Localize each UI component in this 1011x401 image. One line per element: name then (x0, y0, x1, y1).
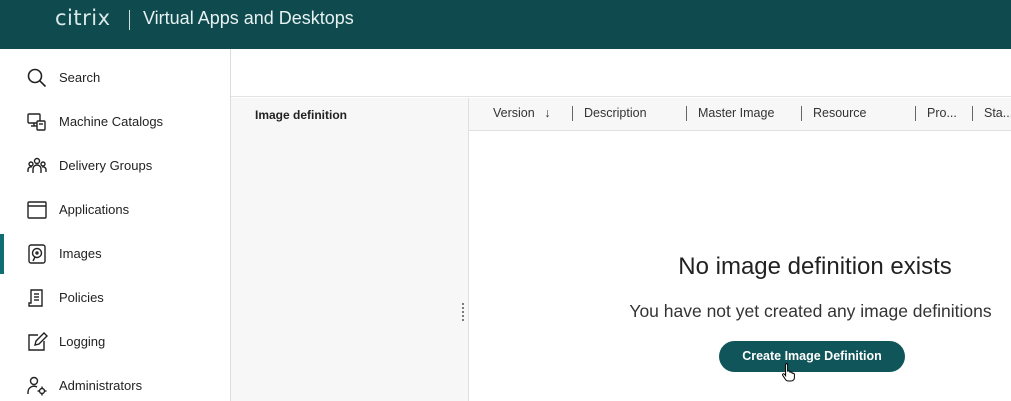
column-header-resource[interactable]: Resource (813, 106, 867, 120)
administrators-icon (26, 375, 48, 397)
citrix-logo[interactable]: citrix (55, 6, 111, 30)
sidebar-item-label: Policies (59, 290, 104, 305)
sidebar-item-machine-catalogs[interactable]: Machine Catalogs (0, 102, 230, 142)
delivery-groups-icon (26, 155, 48, 177)
column-header-description[interactable]: Description (584, 106, 647, 120)
image-definition-panel: Image definition (231, 98, 469, 401)
sidebar-item-label: Administrators (59, 378, 143, 393)
image-definition-heading: Image definition (255, 108, 348, 122)
sort-down-arrow-icon: ↓ (544, 106, 551, 120)
column-divider[interactable] (686, 106, 687, 121)
column-divider[interactable] (572, 106, 573, 121)
machine-catalogs-icon (26, 111, 48, 133)
create-image-definition-button[interactable]: Create Image Definition (719, 341, 905, 372)
applications-icon (26, 199, 48, 221)
sidebar-item-search[interactable]: Search (0, 58, 230, 98)
policies-icon (26, 287, 48, 309)
column-divider[interactable] (972, 106, 973, 121)
sidebar: Search Machine Catalogs Delivery Groups … (0, 49, 231, 401)
empty-state-title: No image definition exists (678, 253, 952, 280)
sidebar-item-logging[interactable]: Logging (0, 322, 230, 362)
column-header-status[interactable]: Sta... (984, 106, 1011, 120)
sidebar-item-label: Machine Catalogs (59, 114, 164, 129)
sidebar-item-label: Delivery Groups (59, 158, 153, 173)
sidebar-item-label: Applications (59, 202, 130, 217)
column-header-provisioning[interactable]: Pro... (927, 106, 957, 120)
column-header-version[interactable]: Version ↓ (493, 106, 550, 120)
main-toolbar-area (231, 49, 1011, 97)
logging-icon (26, 331, 48, 353)
column-header-master-image[interactable]: Master Image (698, 106, 774, 120)
sidebar-item-label: Search (59, 70, 101, 85)
brand-divider (129, 10, 130, 30)
search-icon (26, 67, 48, 89)
sidebar-item-label: Images (59, 246, 102, 261)
column-divider[interactable] (915, 106, 916, 121)
hand-pointer-cursor-icon (782, 363, 795, 382)
column-divider[interactable] (801, 106, 802, 121)
panel-resize-handle[interactable] (461, 301, 465, 325)
sidebar-item-administrators[interactable]: Administrators (0, 366, 230, 401)
sidebar-item-delivery-groups[interactable]: Delivery Groups (0, 146, 230, 186)
table-header: Version ↓ Description Master Image Resou… (469, 98, 1011, 131)
images-icon (26, 243, 48, 265)
sidebar-item-label: Logging (59, 334, 106, 349)
sidebar-item-policies[interactable]: Policies (0, 278, 230, 318)
sidebar-item-images[interactable]: Images (0, 234, 230, 274)
sidebar-item-applications[interactable]: Applications (0, 190, 230, 230)
top-bar: citrix Virtual Apps and Desktops (0, 0, 1011, 49)
empty-state-subtitle: You have not yet created any image defin… (629, 301, 992, 321)
app-title: Virtual Apps and Desktops (143, 8, 354, 28)
